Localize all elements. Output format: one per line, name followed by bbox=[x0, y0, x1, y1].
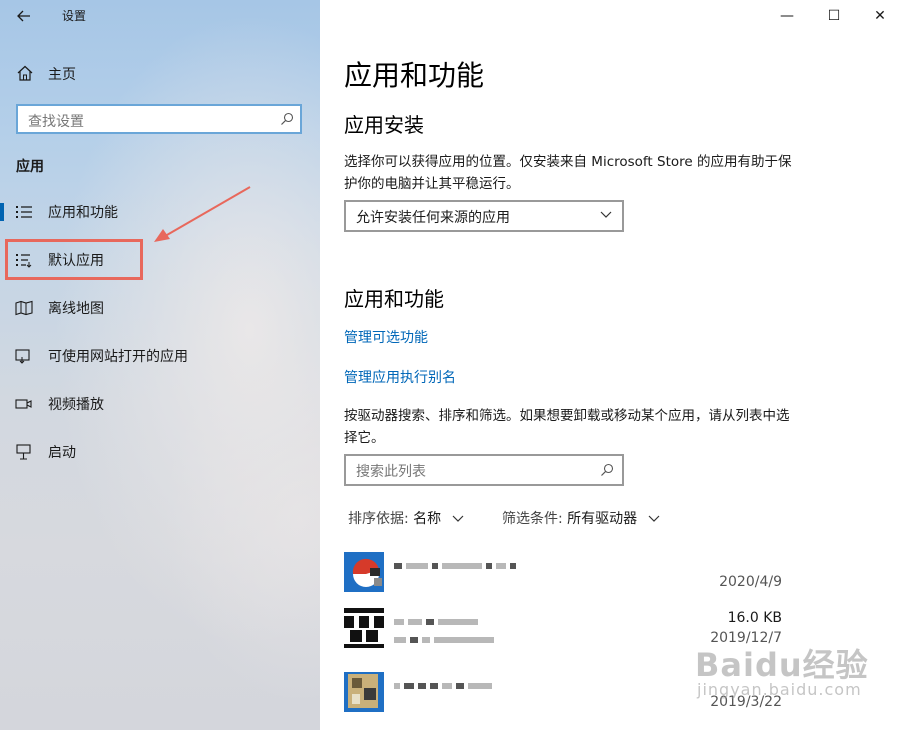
app-icon bbox=[344, 608, 384, 648]
search-icon bbox=[601, 463, 614, 476]
website-apps-icon bbox=[15, 349, 30, 364]
arrow-left-icon bbox=[17, 10, 30, 22]
settings-search-input[interactable]: 查找设置 bbox=[16, 104, 302, 134]
sidebar-item-website-apps[interactable]: 可使用网站打开的应用 bbox=[0, 337, 320, 375]
app-list-search-input[interactable]: 搜索此列表 bbox=[344, 454, 624, 486]
app-name-redacted bbox=[394, 610, 574, 625]
chevron-down-icon bbox=[648, 515, 660, 522]
sort-key: 排序依据: bbox=[348, 511, 409, 527]
app-icon bbox=[344, 552, 384, 592]
sidebar-item-label: 应用和功能 bbox=[48, 205, 118, 221]
home-icon bbox=[17, 65, 33, 81]
watermark-url: jingyan.baidu.com bbox=[697, 680, 862, 699]
search-icon bbox=[281, 112, 294, 125]
page-title: 应用和功能 bbox=[344, 59, 485, 92]
selected-marker bbox=[0, 203, 4, 221]
sort-dropdown[interactable]: 排序依据: 名称 bbox=[348, 508, 464, 528]
section-label: 应用 bbox=[16, 159, 44, 175]
app-name-redacted bbox=[394, 674, 574, 689]
close-button[interactable]: ✕ bbox=[863, 4, 897, 28]
apps-description: 按驱动器搜索、排序和筛选。如果想要卸载或移动某个应用，请从列表中选择它。 bbox=[344, 408, 790, 446]
app-name-redacted bbox=[394, 554, 574, 569]
annotation-highlight-box bbox=[5, 239, 143, 280]
install-source-dropdown[interactable]: 允许安装任何来源的应用 bbox=[344, 200, 624, 232]
sidebar-item-label: 视频播放 bbox=[48, 397, 104, 413]
sidebar-item-label: 可使用网站打开的应用 bbox=[48, 349, 188, 365]
video-icon bbox=[15, 399, 32, 409]
manage-app-alias-link[interactable]: 管理应用执行别名 bbox=[344, 367, 456, 387]
chevron-down-icon bbox=[452, 515, 464, 522]
sidebar-item-home[interactable]: 主页 bbox=[0, 56, 320, 90]
dropdown-value: 允许安装任何来源的应用 bbox=[356, 210, 510, 226]
app-publisher-redacted bbox=[394, 628, 574, 643]
sidebar-item-label: 启动 bbox=[48, 445, 76, 461]
sidebar-item-offline-maps[interactable]: 离线地图 bbox=[0, 289, 320, 327]
manage-optional-features-link[interactable]: 管理可选功能 bbox=[344, 327, 428, 347]
sidebar-item-label: 主页 bbox=[48, 67, 76, 83]
apps-list-icon bbox=[16, 206, 32, 218]
app-title: 设置 bbox=[62, 9, 87, 23]
startup-icon bbox=[16, 444, 31, 460]
filter-value: 所有驱动器 bbox=[567, 511, 638, 527]
app-date: 2020/4/9 bbox=[719, 574, 782, 590]
map-icon bbox=[15, 300, 33, 316]
sidebar-item-label: 离线地图 bbox=[48, 301, 104, 317]
sort-value: 名称 bbox=[413, 511, 442, 527]
sidebar: 设置 主页 查找设置 应用 应用和功能 默认应用 离线地图 可使用网站打开的应用… bbox=[0, 0, 320, 730]
window-controls: — ☐ ✕ bbox=[748, 0, 908, 32]
chevron-down-icon bbox=[600, 211, 612, 218]
main-content: 应用和功能 应用安装 选择你可以获得应用的位置。仅安装来自 Microsoft … bbox=[320, 0, 908, 730]
install-description: 选择你可以获得应用的位置。仅安装来自 Microsoft Store 的应用有助… bbox=[344, 154, 792, 192]
back-button[interactable] bbox=[10, 4, 38, 28]
app-icon bbox=[344, 672, 384, 712]
annotation-arrow bbox=[154, 186, 251, 242]
maximize-button[interactable]: ☐ bbox=[817, 4, 851, 28]
filter-key: 筛选条件: bbox=[502, 511, 563, 527]
sidebar-item-startup[interactable]: 启动 bbox=[0, 433, 320, 471]
minimize-button[interactable]: — bbox=[770, 4, 804, 28]
apps-heading: 应用和功能 bbox=[344, 287, 444, 311]
baidu-watermark: Baidu经验 jingyan.baidu.com bbox=[695, 640, 869, 699]
app-list-item[interactable]: 2020/4/9 bbox=[344, 552, 784, 608]
app-size: 16.0 KB bbox=[727, 610, 782, 626]
search-placeholder: 查找设置 bbox=[28, 114, 84, 130]
title-bar: 设置 bbox=[0, 0, 320, 32]
filter-dropdown[interactable]: 筛选条件: 所有驱动器 bbox=[502, 508, 660, 528]
search-placeholder: 搜索此列表 bbox=[356, 464, 426, 480]
install-heading: 应用安装 bbox=[344, 113, 424, 137]
sidebar-item-video-playback[interactable]: 视频播放 bbox=[0, 385, 320, 423]
